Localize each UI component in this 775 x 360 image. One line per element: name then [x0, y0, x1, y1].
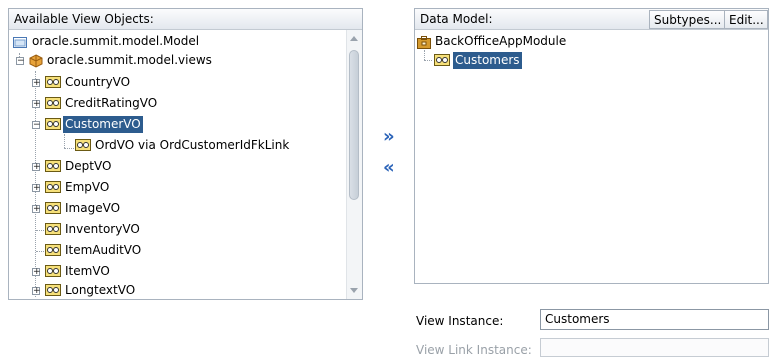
view-object-icon: [45, 76, 61, 88]
available-view-objects-panel: Available View Objects: oracle.summit.mo…: [8, 8, 363, 300]
tree-item-ordvo-via-link[interactable]: OrdVO via OrdCustomerIdFkLink: [11, 137, 291, 155]
folder-icon: [13, 37, 27, 48]
tree-item-label: oracle.summit.model.Model: [32, 34, 200, 48]
tree-item-itemauditvo[interactable]: ItemAuditVO: [11, 242, 143, 260]
expand-icon[interactable]: +: [32, 287, 41, 296]
tree-item-label: LongtextVO: [65, 283, 136, 297]
scrollbar-thumb[interactable]: [349, 50, 359, 200]
tree-item-label: DeptVO: [65, 159, 112, 173]
tree-item-label: CountryVO: [65, 75, 131, 89]
tree-item-label: CreditRatingVO: [65, 96, 158, 110]
tree-item-label: EmpVO: [65, 180, 110, 194]
remove-from-data-model-button[interactable]: «: [383, 157, 395, 178]
tree-item-label: OrdVO via OrdCustomerIdFkLink: [95, 138, 290, 152]
tree-item-label: oracle.summit.model.views: [47, 53, 212, 67]
view-link-instance-field: [540, 338, 769, 357]
view-instance-field[interactable]: Customers: [540, 309, 769, 330]
tree-item-longtextvo[interactable]: + LongtextVO: [11, 282, 137, 300]
tree-item-countryvo[interactable]: + CountryVO: [11, 74, 132, 92]
package-icon: [29, 54, 43, 68]
collapse-icon[interactable]: −: [16, 57, 25, 66]
add-to-data-model-button[interactable]: »: [383, 126, 395, 147]
expand-icon[interactable]: +: [32, 163, 41, 172]
tree-item-label: Customers: [453, 52, 522, 69]
tree-item-itemvo[interactable]: + ItemVO: [11, 263, 112, 281]
tree-item-app-module[interactable]: BackOfficeAppModule: [417, 33, 568, 51]
subtypes-button[interactable]: Subtypes...: [649, 10, 725, 29]
view-instance-icon: [434, 54, 450, 66]
collapse-icon[interactable]: −: [32, 121, 41, 130]
view-object-icon: [45, 118, 61, 130]
tree-item-model[interactable]: oracle.summit.model.Model: [11, 33, 201, 51]
expand-icon[interactable]: +: [32, 100, 41, 109]
expand-icon[interactable]: +: [32, 205, 41, 214]
available-view-objects-title: Available View Objects:: [9, 9, 362, 30]
vertical-scrollbar[interactable]: [346, 30, 362, 299]
scroll-down-icon[interactable]: [350, 288, 358, 293]
tree-item-inventoryvo[interactable]: InventoryVO: [11, 221, 142, 239]
tree-item-imagevo[interactable]: + ImageVO: [11, 200, 122, 218]
view-object-icon: [45, 244, 61, 256]
view-object-icon: [45, 284, 61, 296]
expand-icon[interactable]: +: [32, 79, 41, 88]
view-object-icon: [45, 97, 61, 109]
tree-item-views-package[interactable]: − oracle.summit.model.views: [11, 52, 214, 70]
tree-connector: [36, 251, 44, 252]
view-object-icon: [45, 181, 61, 193]
expand-icon[interactable]: +: [32, 268, 41, 277]
tree-item-empvo[interactable]: + EmpVO: [11, 179, 111, 197]
edit-button[interactable]: Edit...: [724, 10, 768, 29]
scroll-up-icon[interactable]: [350, 36, 358, 41]
tree-item-label: ImageVO: [65, 201, 121, 215]
data-model-panel: Data Model: Subtypes... Edit... BackOffi…: [414, 8, 769, 284]
view-instance-label: View Instance:: [416, 314, 504, 328]
expand-icon[interactable]: +: [32, 184, 41, 193]
view-object-icon: [45, 160, 61, 172]
tree-item-label: CustomerVO: [63, 116, 143, 133]
view-object-icon: [75, 139, 91, 151]
tree-item-label: ItemAuditVO: [65, 243, 142, 257]
view-object-icon: [45, 202, 61, 214]
tree-connector: [36, 230, 44, 231]
tree-item-label: ItemVO: [65, 264, 110, 278]
tree-item-label: InventoryVO: [65, 222, 140, 236]
view-object-icon: [45, 265, 61, 277]
tree-item-customers[interactable]: Customers: [417, 52, 522, 70]
tree-item-deptvo[interactable]: + DeptVO: [11, 158, 113, 176]
tree-item-customervo[interactable]: − CustomerVO: [11, 116, 143, 134]
tree-item-label: BackOfficeAppModule: [435, 34, 567, 48]
app-module-icon: [417, 36, 431, 49]
view-object-icon: [45, 223, 61, 235]
view-link-instance-label: View Link Instance:: [416, 343, 532, 357]
tree-item-creditratingvo[interactable]: + CreditRatingVO: [11, 95, 159, 113]
